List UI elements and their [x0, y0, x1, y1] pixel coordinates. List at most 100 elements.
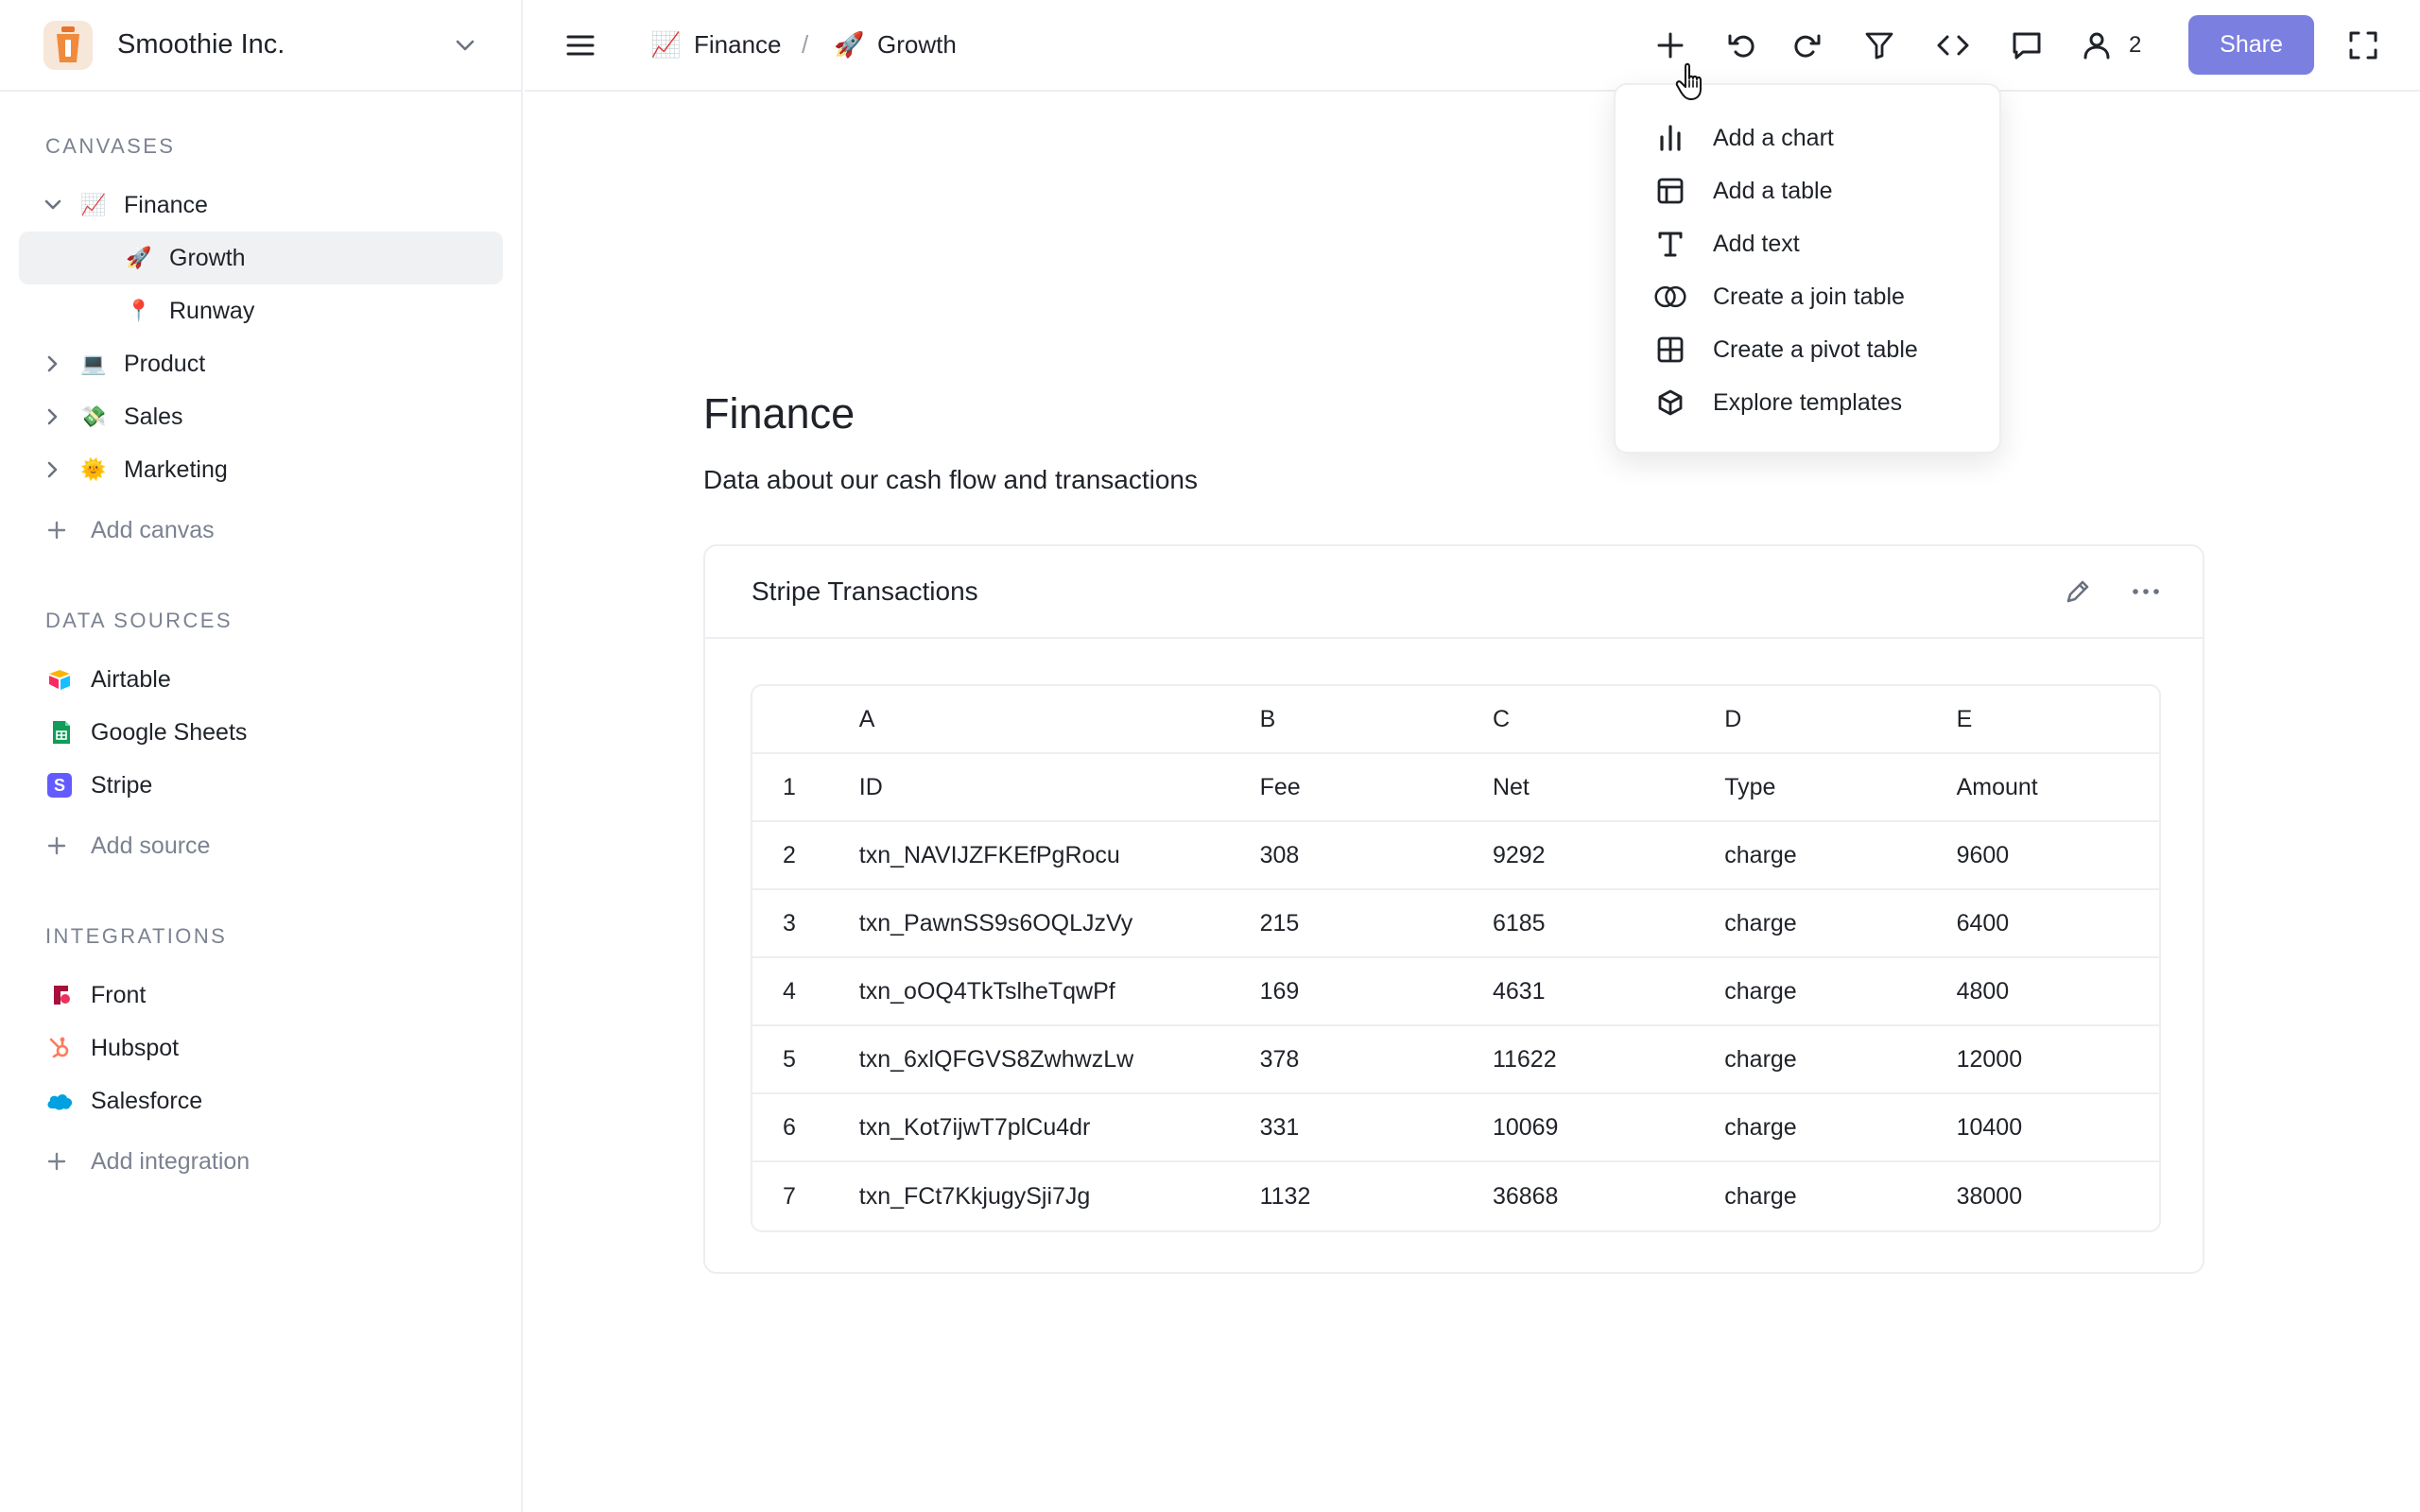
add-canvas-label: Add canvas — [91, 516, 215, 543]
cell-amount[interactable]: 9600 — [1957, 842, 2159, 869]
menu-item-create-pivot-table[interactable]: Create a pivot table — [1616, 325, 1999, 374]
menu-item-explore-templates[interactable]: Explore templates — [1616, 378, 1999, 427]
sidebar-item-hubspot[interactable]: Hubspot — [19, 1022, 503, 1074]
column-letter[interactable]: E — [1957, 706, 2159, 733]
chevron-right-icon[interactable] — [42, 405, 64, 428]
cell-amount[interactable]: 10400 — [1957, 1114, 2159, 1142]
share-button[interactable]: Share — [2188, 15, 2314, 75]
sidebar-item-label: Product — [124, 350, 206, 377]
add-canvas-button[interactable]: Add canvas — [19, 504, 503, 557]
menu-item-add-table[interactable]: Add a table — [1616, 166, 1999, 215]
breadcrumb-item-growth[interactable]: Growth — [877, 30, 957, 60]
breadcrumb-emoji-icon: 🚀 — [834, 30, 865, 59]
redo-icon[interactable] — [1788, 26, 1825, 64]
collaborators-user-icon[interactable] — [2078, 26, 2116, 64]
cell-amount[interactable]: 38000 — [1957, 1183, 2159, 1211]
cell-net[interactable]: 9292 — [1493, 842, 1724, 869]
cell-id[interactable]: txn_oOQ4TkTslheTqwPf — [859, 978, 1260, 1005]
chevron-down-icon[interactable] — [42, 194, 64, 216]
cell-fee[interactable]: 1132 — [1260, 1183, 1493, 1211]
cell-id[interactable]: txn_PawnSS9s6OQLJzVy — [859, 910, 1260, 937]
comment-icon[interactable] — [2008, 26, 2046, 64]
cell-type[interactable]: charge — [1724, 978, 1956, 1005]
add-source-button[interactable]: Add source — [19, 819, 503, 872]
sidebar-item-label: Front — [91, 981, 147, 1008]
menu-item-add-chart[interactable]: Add a chart — [1616, 113, 1999, 163]
cell-id[interactable]: txn_FCt7KkjugySji7Jg — [859, 1183, 1260, 1211]
cell-id[interactable]: ID — [859, 774, 1260, 801]
hand-cursor-icon — [1675, 62, 1702, 100]
sidebar-item-stripe[interactable]: S Stripe — [19, 759, 503, 812]
cell-id[interactable]: txn_NAVIJZFKEfPgRocu — [859, 842, 1260, 869]
cell-amount[interactable]: 6400 — [1957, 910, 2159, 937]
sidebar-item-airtable[interactable]: Airtable — [19, 653, 503, 706]
join-icon — [1653, 280, 1687, 314]
row-number: 1 — [783, 773, 796, 800]
sidebar-item-runway[interactable]: 📍 Runway — [19, 284, 503, 337]
cell-fee[interactable]: Fee — [1260, 774, 1493, 801]
cell-net[interactable]: 10069 — [1493, 1114, 1724, 1142]
plus-icon[interactable] — [1651, 26, 1689, 64]
sidebar-item-label: Finance — [124, 191, 208, 218]
fullscreen-icon[interactable] — [2344, 26, 2382, 64]
sidebar-item-label: Stripe — [91, 771, 153, 799]
cell-type[interactable]: Type — [1724, 774, 1956, 801]
undo-icon[interactable] — [1723, 26, 1761, 64]
hamburger-menu-icon[interactable] — [562, 26, 599, 64]
cell-fee[interactable]: 169 — [1260, 978, 1493, 1005]
cell-fee[interactable]: 331 — [1260, 1114, 1493, 1142]
sidebar-item-marketing[interactable]: 🌞 Marketing — [19, 443, 503, 496]
integrations-section-label: INTEGRATIONS — [45, 924, 228, 948]
cell-amount[interactable]: 12000 — [1957, 1046, 2159, 1074]
row-number: 3 — [783, 909, 796, 936]
sidebar-item-label: Marketing — [124, 455, 228, 483]
sidebar-item-salesforce[interactable]: Salesforce — [19, 1074, 503, 1127]
sidebar-item-growth[interactable]: 🚀 Growth — [19, 232, 503, 284]
salesforce-icon — [45, 1089, 74, 1113]
cell-id[interactable]: txn_Kot7ijwT7plCu4dr — [859, 1114, 1260, 1142]
workspace-name: Smoothie Inc. — [117, 29, 285, 60]
cell-amount[interactable]: 4800 — [1957, 978, 2159, 1005]
breadcrumb-item-finance[interactable]: Finance — [694, 30, 782, 60]
sidebar-item-front[interactable]: Front — [19, 969, 503, 1022]
menu-item-add-text[interactable]: Add text — [1616, 219, 1999, 268]
add-integration-button[interactable]: Add integration — [19, 1135, 503, 1188]
sidebar-item-product[interactable]: 💻 Product — [19, 337, 503, 390]
menu-item-create-join-table[interactable]: Create a join table — [1616, 272, 1999, 321]
chevron-right-icon[interactable] — [42, 352, 64, 375]
sidebar-item-finance[interactable]: 📈 Finance — [19, 179, 503, 232]
column-letter[interactable]: C — [1493, 706, 1724, 733]
sidebar-item-google-sheets[interactable]: Google Sheets — [19, 706, 503, 759]
column-letter[interactable]: D — [1724, 706, 1956, 733]
column-letter[interactable]: A — [859, 706, 1260, 733]
filter-icon[interactable] — [1860, 26, 1898, 64]
workspace-logo-icon — [43, 20, 93, 70]
row-number: 6 — [783, 1113, 796, 1141]
cell-net[interactable]: 4631 — [1493, 978, 1724, 1005]
chevron-right-icon[interactable] — [42, 458, 64, 481]
cell-type[interactable]: charge — [1724, 910, 1956, 937]
sidebar-item-sales[interactable]: 💸 Sales — [19, 390, 503, 443]
cell-fee[interactable]: 308 — [1260, 842, 1493, 869]
cell-amount[interactable]: Amount — [1957, 774, 2159, 801]
cell-fee[interactable]: 378 — [1260, 1046, 1493, 1074]
cell-type[interactable]: charge — [1724, 1046, 1956, 1074]
column-letter[interactable]: B — [1260, 706, 1493, 733]
cell-net[interactable]: Net — [1493, 774, 1724, 801]
cell-net[interactable]: 11622 — [1493, 1046, 1724, 1074]
edit-pencil-icon[interactable] — [2061, 575, 2095, 609]
cell-type[interactable]: charge — [1724, 842, 1956, 869]
table-row: 6 txn_Kot7ijwT7plCu4dr 331 10069 charge 10400 — [752, 1094, 2159, 1162]
cell-net[interactable]: 36868 — [1493, 1183, 1724, 1211]
cell-fee[interactable]: 215 — [1260, 910, 1493, 937]
bar-chart-icon — [1653, 121, 1687, 155]
chevron-down-icon[interactable] — [453, 33, 477, 58]
code-icon[interactable] — [1934, 26, 1972, 64]
cell-net[interactable]: 6185 — [1493, 910, 1724, 937]
cube-icon — [1653, 386, 1687, 420]
more-options-icon[interactable] — [2129, 575, 2163, 609]
cell-type[interactable]: charge — [1724, 1183, 1956, 1211]
cell-type[interactable]: charge — [1724, 1114, 1956, 1142]
workspace-switcher[interactable]: Smoothie Inc. — [0, 0, 521, 92]
cell-id[interactable]: txn_6xlQFGVS8ZwhwzLw — [859, 1046, 1260, 1074]
